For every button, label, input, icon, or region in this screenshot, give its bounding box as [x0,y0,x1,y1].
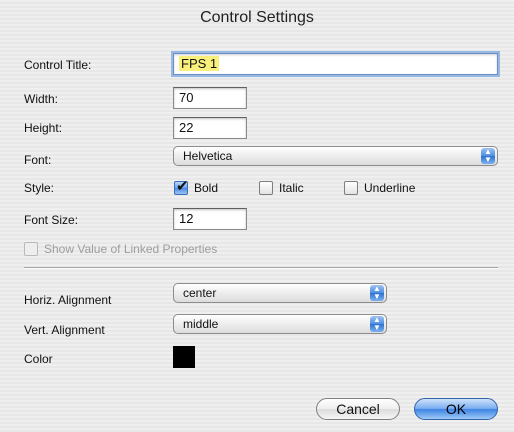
bold-checkbox-label: Bold [194,181,219,195]
font-label: Font: [24,153,52,167]
font-size-label: Font Size: [24,213,79,227]
control-title-label: Control Title: [24,58,92,72]
horiz-alignment-popup[interactable]: center ▲ ▼ [173,283,387,303]
updown-arrows-icon: ▲ ▼ [370,285,384,301]
checkbox-icon [344,180,358,195]
font-popup[interactable]: Helvetica ▲ ▼ [173,146,498,166]
font-size-field[interactable]: 12 [173,208,247,230]
dialog-title: Control Settings [200,9,314,26]
horiz-alignment-value: center [183,286,217,300]
height-label: Height: [24,121,63,135]
ok-button[interactable]: OK [414,398,498,420]
updown-arrows-icon: ▲ ▼ [370,316,384,332]
checkmark-icon [174,178,189,196]
vert-alignment-popup[interactable]: middle ▲ ▼ [173,314,387,334]
height-field[interactable]: 22 [173,117,247,139]
control-settings-dialog: Control Settings Control Title: FPS 1 Wi… [0,0,514,432]
italic-checkbox[interactable]: Italic [259,179,304,197]
width-label: Width: [24,92,59,106]
cancel-button[interactable]: Cancel [316,398,400,420]
italic-checkbox-label: Italic [279,181,304,195]
font-popup-value: Helvetica [183,149,233,163]
separator [24,267,498,269]
color-swatch[interactable] [173,346,195,368]
updown-arrows-icon: ▲ ▼ [481,148,495,164]
underline-checkbox-label: Underline [364,181,416,195]
color-label: Color [24,352,53,366]
checkbox-icon [24,241,38,256]
underline-checkbox[interactable]: Underline [344,179,415,197]
checkbox-icon [259,180,273,195]
control-title-field[interactable]: FPS 1 [173,53,498,75]
vert-alignment-label: Vert. Alignment [24,323,105,337]
show-linked-label: Show Value of Linked Properties [44,242,218,256]
vert-alignment-value: middle [183,317,219,331]
style-label: Style: [24,181,55,195]
show-linked-checkbox[interactable]: Show Value of Linked Properties [24,240,217,258]
bold-checkbox[interactable]: Bold [174,178,219,197]
control-title-value: FPS 1 [179,56,220,71]
width-field[interactable]: 70 [173,87,247,109]
horiz-alignment-label: Horiz. Alignment [24,293,112,307]
